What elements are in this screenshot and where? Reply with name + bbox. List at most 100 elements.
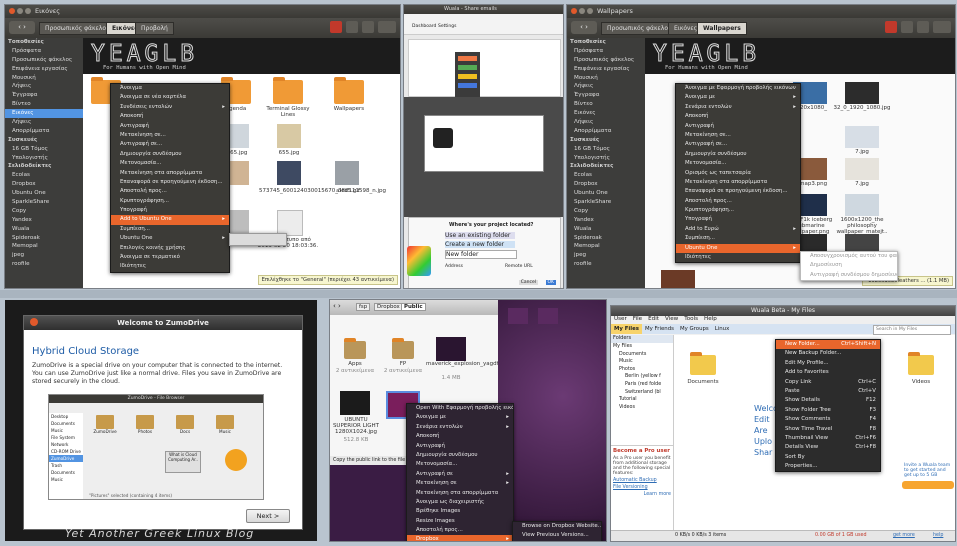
- help-link[interactable]: help: [933, 531, 943, 541]
- menubar-item[interactable]: View: [662, 316, 681, 322]
- context-menu-item[interactable]: Αποστολή προς...: [407, 526, 513, 535]
- context-menu-item[interactable]: Δημιουργία συνδέσμου: [407, 451, 513, 460]
- folder-icon[interactable]: [690, 352, 716, 375]
- sidebar-item[interactable]: Πρόσφατα: [567, 47, 645, 56]
- inner-folder[interactable]: ZumoDrive: [87, 415, 123, 434]
- context-menu-item[interactable]: Open With Εφαρμογή προβολής εικόνων: [407, 404, 513, 413]
- submenu-item[interactable]: Δημοσίευση: [801, 261, 897, 270]
- sidebar-item[interactable]: Λήψεις: [5, 118, 83, 127]
- sidebar-item[interactable]: Spideroak: [5, 234, 83, 243]
- crumb-home[interactable]: Προσωπικός φάκελος: [601, 22, 678, 35]
- sidebar-item[interactable]: Dropbox: [567, 180, 645, 189]
- context-menu-item[interactable]: Σενάρια εντολών ▸: [407, 423, 513, 432]
- submenu-item[interactable]: Browse on Dropbox Website...: [513, 522, 601, 531]
- image-thumbnail[interactable]: [277, 161, 301, 185]
- sidebar-item[interactable]: Εικόνες: [567, 109, 645, 118]
- sidebar-item[interactable]: Ubuntu One: [5, 189, 83, 198]
- image-thumbnail[interactable]: [277, 124, 301, 148]
- context-menu-item[interactable]: Αποστολή προς...: [111, 187, 229, 196]
- context-menu-item[interactable]: Properties...: [776, 462, 880, 471]
- context-menu-item[interactable]: Συνδέσεις εντολών ▸: [111, 103, 229, 112]
- context-menu-item[interactable]: Add to Ευρώ ▸: [676, 225, 800, 234]
- color-dropdown[interactable]: [455, 52, 480, 100]
- context-menu-item[interactable]: Άνοιγμα: [111, 84, 229, 93]
- image-thumbnail[interactable]: [340, 391, 370, 415]
- back-forward-buttons[interactable]: ‹ ›: [9, 21, 35, 34]
- context-menu-item[interactable]: Μετονομασία...: [111, 159, 229, 168]
- context-menu-item[interactable]: Άνοιγμα ως διαχειριστής: [407, 498, 513, 507]
- sidebar-item[interactable]: roofile: [567, 260, 645, 269]
- sidebar-item[interactable]: Εικόνες: [5, 109, 83, 119]
- option-row[interactable]: New folder: [445, 250, 517, 259]
- wallpaper-thumbnail[interactable]: [845, 158, 879, 180]
- sidebar-item[interactable]: Ubuntu One: [567, 189, 645, 198]
- menubar-item[interactable]: File: [630, 316, 645, 322]
- folder-icon[interactable]: [334, 77, 364, 104]
- sidebar-item[interactable]: Λήψεις: [5, 82, 83, 91]
- context-menu-item[interactable]: Show Time Travel F8: [776, 425, 880, 434]
- context-menu-item[interactable]: Κρυπτογράφηση...: [111, 197, 229, 206]
- list-view-icon[interactable]: [917, 21, 929, 33]
- option-row[interactable]: Use an existing folder: [445, 232, 515, 239]
- sidebar-item[interactable]: Copy: [567, 207, 645, 216]
- close-icon[interactable]: [30, 318, 38, 326]
- inner-folder[interactable]: Docs: [167, 415, 203, 434]
- settings-gear-icon[interactable]: [378, 21, 396, 33]
- wallpaper-thumbnail[interactable]: [845, 82, 879, 104]
- sidebar-item[interactable]: Επιφάνεια εργασίας: [567, 65, 645, 74]
- crumb-view[interactable]: Προβολή: [135, 22, 174, 35]
- folder-icon[interactable]: [273, 77, 303, 104]
- context-menu-item[interactable]: Σενάρια εντολών ▸: [676, 103, 800, 112]
- context-menu-item[interactable]: Άνοιγμα με ▸: [407, 413, 513, 422]
- tab-my-files[interactable]: My Files: [611, 324, 642, 334]
- context-menu-item[interactable]: Άνοιγμα με ▸: [676, 93, 800, 102]
- context-menu-item[interactable]: Αντιγραφή σε...: [676, 140, 800, 149]
- folder-icon[interactable]: [392, 338, 414, 359]
- context-menu-item[interactable]: Ιδιότητες: [111, 262, 229, 271]
- sidebar-item[interactable]: Memopal: [5, 242, 83, 251]
- crumb-dropbox[interactable]: Dropbox: [374, 303, 403, 311]
- context-menu-item[interactable]: Αντιγραφή: [111, 122, 229, 131]
- menubar-item[interactable]: Help: [701, 316, 720, 322]
- context-menu-item[interactable]: Αποκοπή: [676, 112, 800, 121]
- sidebar-item[interactable]: Wuala: [5, 225, 83, 234]
- window-controls[interactable]: [9, 8, 33, 16]
- crumb-wallpapers[interactable]: Wallpapers: [697, 22, 747, 35]
- tree-item[interactable]: Documents: [611, 351, 673, 359]
- desktop-icon[interactable]: [538, 308, 558, 324]
- crumb-public[interactable]: Public: [401, 303, 426, 311]
- submenu-item[interactable]: Αποσυγχρονισμός αυτού του φακέλου: [801, 252, 897, 261]
- sidebar-item[interactable]: Memopal: [567, 242, 645, 251]
- sidebar-item[interactable]: Προσωπικός φάκελος: [567, 56, 645, 65]
- inner-sidebar-item[interactable]: File System: [49, 434, 83, 441]
- context-menu-item[interactable]: Δημιουργία συνδέσμου: [111, 150, 229, 159]
- context-menu-item[interactable]: Show Comments F4: [776, 415, 880, 424]
- inner-sidebar-item[interactable]: Network: [49, 441, 83, 448]
- tree-item[interactable]: Tutorial: [611, 396, 673, 404]
- search-input[interactable]: Search in My Files: [873, 325, 951, 335]
- context-menu-item[interactable]: Paste Ctrl+V: [776, 387, 880, 396]
- context-menu-item[interactable]: Υπογραφή: [111, 206, 229, 215]
- context-menu-item[interactable]: Αποκοπή: [407, 432, 513, 441]
- tab-linux[interactable]: Linux: [712, 324, 733, 334]
- context-menu-item[interactable]: Υπογραφή: [676, 215, 800, 224]
- tree-item[interactable]: Photos: [611, 366, 673, 374]
- sidebar-item[interactable]: jpeg: [5, 251, 83, 260]
- context-menu-item[interactable]: Μετονομασία...: [676, 159, 800, 168]
- sidebar-item[interactable]: Υπολογιστής: [5, 154, 83, 163]
- context-menu-item[interactable]: Αποκοπή: [111, 112, 229, 121]
- context-menu-item[interactable]: Αντιγραφή: [676, 122, 800, 131]
- image-thumbnail[interactable]: [335, 161, 359, 185]
- sidebar-item[interactable]: Yandex: [5, 216, 83, 225]
- sidebar-item[interactable]: Dropbox: [5, 180, 83, 189]
- context-menu-item[interactable]: Μετακίνηση στα απορρίμματα: [407, 489, 513, 498]
- sidebar-item[interactable]: Υπολογιστής: [567, 154, 645, 163]
- tree-item[interactable]: Videos: [611, 404, 673, 412]
- list-view-icon[interactable]: [362, 21, 374, 33]
- folder-icon[interactable]: [908, 352, 934, 375]
- context-menu-item[interactable]: Άνοιγμα σε τερματικό: [111, 253, 229, 262]
- settings-gear-icon[interactable]: [933, 21, 951, 33]
- context-menu-item[interactable]: Μετακίνηση σε ▸: [407, 479, 513, 488]
- context-menu-item[interactable]: Βρέθηκε Images: [407, 507, 513, 516]
- cancel-button[interactable]: Cancel: [518, 280, 538, 285]
